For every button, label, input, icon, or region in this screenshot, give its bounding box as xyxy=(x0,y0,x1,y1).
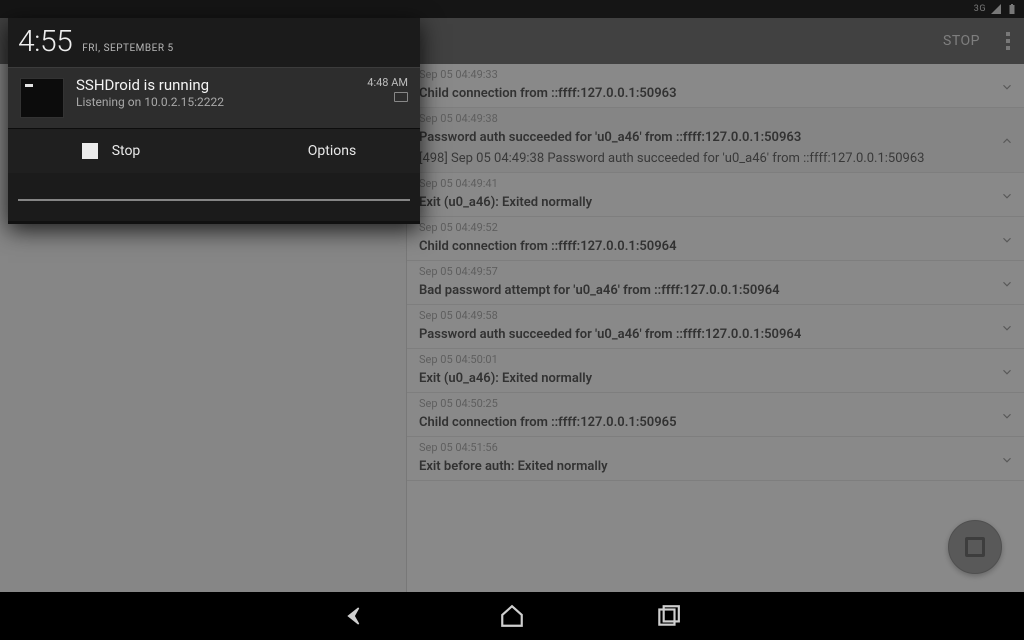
log-detail: [498] Sep 05 04:49:38 Password auth succ… xyxy=(419,151,1012,166)
notification-actions: Stop Options xyxy=(8,128,420,173)
overflow-menu-icon[interactable] xyxy=(1000,32,1016,50)
log-timestamp: Sep 05 04:51:56 xyxy=(419,441,1012,454)
log-message: Exit (u0_a46): Exited normally xyxy=(419,371,592,386)
log-entry[interactable]: Sep 05 04:49:38 Password auth succeeded f… xyxy=(407,108,1024,173)
log-message: Bad password attempt for 'u0_a46' from :… xyxy=(419,283,780,298)
shade-clock: 4:55 xyxy=(18,24,72,59)
log-message: Password auth succeeded for 'u0_a46' fro… xyxy=(419,327,801,342)
stop-square-icon xyxy=(965,537,985,557)
log-timestamp: Sep 05 04:50:01 xyxy=(419,353,1012,366)
home-button[interactable] xyxy=(499,603,525,629)
notification-card[interactable]: SSHDroid is running Listening on 10.0.2.… xyxy=(8,67,420,128)
recents-button[interactable] xyxy=(655,603,681,629)
chevron-up-icon xyxy=(1000,133,1014,147)
chevron-down-icon xyxy=(1000,364,1014,378)
log-message: Exit before auth: Exited normally xyxy=(419,459,608,474)
notification-subtitle: Listening on 10.0.2.15:2222 xyxy=(76,95,224,109)
back-button[interactable] xyxy=(343,603,369,629)
log-entry[interactable]: Sep 05 04:50:25Child connection from ::f… xyxy=(407,393,1024,437)
notification-action-stop[interactable]: Stop xyxy=(8,129,214,173)
android-status-bar: 3G xyxy=(0,0,1024,18)
log-message: Password auth succeeded for 'u0_a46' fro… xyxy=(419,130,801,145)
notification-app-icon xyxy=(20,78,64,118)
log-message: Child connection from ::ffff:127.0.0.1:5… xyxy=(419,239,677,254)
chevron-down-icon xyxy=(1000,320,1014,334)
notification-time: 4:48 AM xyxy=(367,76,408,89)
notification-action-options[interactable]: Options xyxy=(214,129,420,173)
sliders-icon xyxy=(278,143,294,159)
network-type-label: 3G xyxy=(974,4,986,14)
notification-title: SSHDroid is running xyxy=(76,76,224,94)
notification-action-label: Stop xyxy=(112,143,141,159)
log-list[interactable]: Sep 05 04:49:33Child connection from ::f… xyxy=(406,64,1024,592)
stop-icon xyxy=(82,143,98,159)
log-entry[interactable]: Sep 05 04:49:33Child connection from ::f… xyxy=(407,64,1024,108)
log-message: Child connection from ::ffff:127.0.0.1:5… xyxy=(419,415,677,430)
chevron-down-icon xyxy=(1000,408,1014,422)
log-timestamp: Sep 05 04:49:33 xyxy=(419,68,1012,81)
log-timestamp: Sep 05 04:49:41 xyxy=(419,177,1012,190)
log-message: Child connection from ::ffff:127.0.0.1:5… xyxy=(419,86,677,101)
stop-action[interactable]: STOP xyxy=(943,33,980,49)
notification-shade[interactable]: 4:55 FRI, SEPTEMBER 5 SSHDroid is runnin… xyxy=(8,18,420,224)
log-timestamp: Sep 05 04:50:25 xyxy=(419,397,1012,410)
navigation-bar xyxy=(0,592,1024,640)
notification-action-label: Options xyxy=(308,143,356,159)
log-entry[interactable]: Sep 05 04:50:01 Exit (u0_a46): Exited nor… xyxy=(407,349,1024,393)
chevron-down-icon xyxy=(1000,79,1014,93)
shade-drag-handle[interactable] xyxy=(8,221,420,224)
chevron-down-icon xyxy=(1000,232,1014,246)
log-entry[interactable]: Sep 05 04:51:56 Exit before auth: Exited … xyxy=(407,437,1024,481)
signal-icon xyxy=(990,3,1002,15)
log-entry[interactable]: Sep 05 04:49:57 Bad password attempt for … xyxy=(407,261,1024,305)
shade-date: FRI, SEPTEMBER 5 xyxy=(82,43,173,54)
chevron-down-icon xyxy=(1000,276,1014,290)
fab-stop-button[interactable] xyxy=(948,520,1002,574)
chevron-down-icon xyxy=(1000,452,1014,466)
log-entry[interactable]: Sep 05 04:49:41 Exit (u0_a46): Exited nor… xyxy=(407,173,1024,217)
log-timestamp: Sep 05 04:49:58 xyxy=(419,309,1012,322)
log-entry[interactable]: Sep 05 04:49:52Child connection from ::f… xyxy=(407,217,1024,261)
shade-header[interactable]: 4:55 FRI, SEPTEMBER 5 xyxy=(8,18,420,67)
log-timestamp: Sep 05 04:49:38 xyxy=(419,112,1012,125)
notification-badge-icon xyxy=(394,92,408,102)
battery-icon xyxy=(1006,3,1018,15)
log-message: Exit (u0_a46): Exited normally xyxy=(419,195,592,210)
log-timestamp: Sep 05 04:49:57 xyxy=(419,265,1012,278)
chevron-down-icon xyxy=(1000,188,1014,202)
log-timestamp: Sep 05 04:49:52 xyxy=(419,221,1012,234)
log-entry[interactable]: Sep 05 04:49:58 Password auth succeeded f… xyxy=(407,305,1024,349)
